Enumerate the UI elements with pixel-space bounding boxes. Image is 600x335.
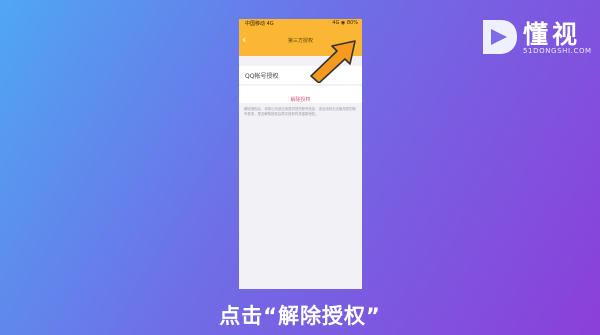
qq-account-label: QQ帐号授权	[245, 73, 279, 80]
status-indicators: 4G ◉ 80%	[332, 20, 358, 26]
revoke-auth-button[interactable]: 解除授权	[239, 86, 362, 103]
caption: 点击“解除授权”	[219, 304, 381, 328]
play-logo-icon	[483, 20, 517, 54]
status-bar: 中国移动 4G 4G ◉ 80%	[239, 19, 362, 29]
revoke-note: 解除授权后，将停止向该应用提供您的账号信息，该应用将无法使用您的账号登录，是否解…	[244, 107, 356, 116]
brand-logo: 懂视 51DONGSHI.COM	[479, 13, 594, 61]
revoke-auth-label: 解除授权	[290, 97, 311, 103]
status-carrier: 中国移动 4G	[245, 21, 274, 27]
brand-subtitle: 51DONGSHI.COM	[523, 47, 592, 55]
brand-title: 懂视	[523, 20, 582, 49]
pointer-arrow-icon	[310, 40, 356, 83]
